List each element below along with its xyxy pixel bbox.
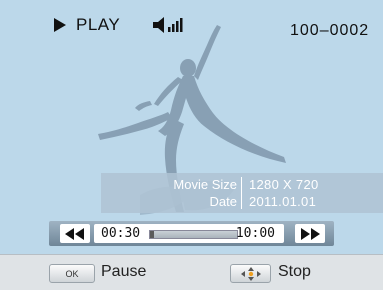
rewind-icon <box>65 227 84 240</box>
stop-label: Stop <box>278 263 311 280</box>
playback-mode-label: PLAY <box>76 15 121 34</box>
movie-info-panel: Movie Size 1280 X 720 Date 2011.01.01 <box>101 173 383 213</box>
date-value: 2011.01.01 <box>249 194 317 209</box>
file-number: 100–0002 <box>290 22 370 39</box>
fast-forward-icon <box>301 227 320 240</box>
date-row: Date 2011.01.01 <box>101 194 383 212</box>
ok-key[interactable]: OK <box>49 264 95 283</box>
progress-bar[interactable] <box>149 230 238 239</box>
playback-controls: 00:30 10:00 <box>49 221 334 246</box>
playback-mode-indicator: PLAY <box>54 14 120 36</box>
dpad-icon <box>240 266 261 281</box>
volume-icon <box>153 17 183 33</box>
pause-label: Pause <box>101 263 147 280</box>
movie-size-row: Movie Size 1280 X 720 <box>101 177 383 195</box>
video-frame: PLAY 100–0002 Movie Size 1280 X 720 Date… <box>0 0 383 254</box>
date-label: Date <box>209 194 237 209</box>
fast-forward-button[interactable] <box>295 224 325 243</box>
dpad-key[interactable] <box>230 264 271 283</box>
rewind-button[interactable] <box>60 224 90 243</box>
camera-playback-screen: PLAY 100–0002 Movie Size 1280 X 720 Date… <box>0 0 383 290</box>
progress-fill <box>150 231 155 238</box>
time-display: 00:30 10:00 <box>94 224 284 243</box>
button-guide-bar: OK Pause Stop <box>0 254 383 290</box>
movie-size-label: Movie Size <box>173 177 237 192</box>
info-divider <box>241 177 242 209</box>
total-time: 10:00 <box>235 226 275 241</box>
movie-size-value: 1280 X 720 <box>249 177 319 192</box>
elapsed-time: 00:30 <box>101 226 141 241</box>
play-icon <box>54 18 66 32</box>
